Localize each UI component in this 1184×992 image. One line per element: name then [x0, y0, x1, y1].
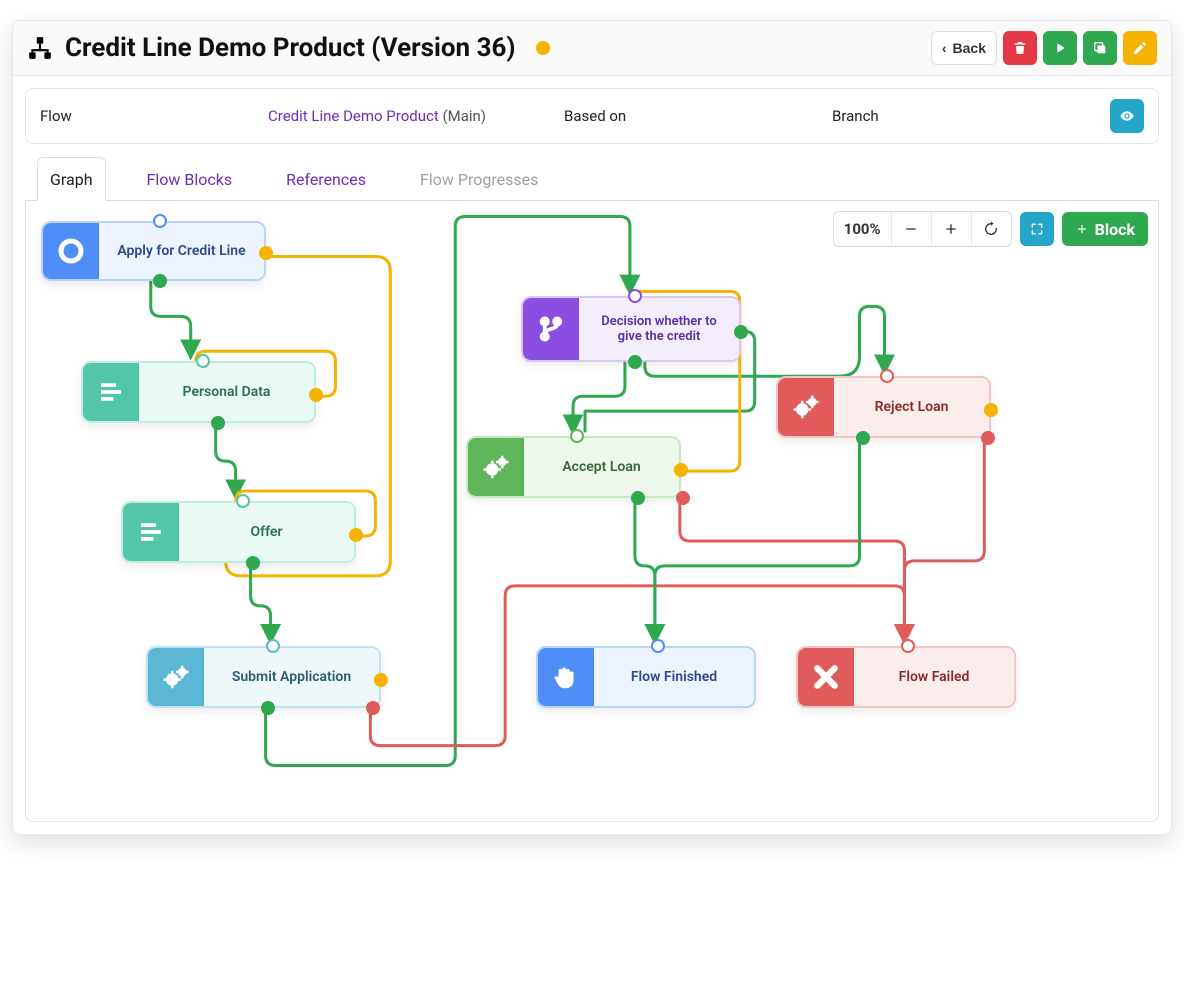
node-decision-label: Decision whether to give the credit	[579, 298, 739, 360]
header-bar: Credit Line Demo Product (Version 36) ‹ …	[13, 21, 1171, 76]
port-side-amber[interactable]	[374, 673, 388, 687]
port-out-success[interactable]	[153, 274, 167, 288]
reset-view-button[interactable]	[971, 212, 1011, 246]
node-apply[interactable]: Apply for Credit Line	[41, 221, 266, 281]
port-side-amber[interactable]	[674, 463, 688, 477]
port-out-success[interactable]	[856, 431, 870, 445]
zoom-out-button[interactable]	[891, 212, 931, 246]
header-actions: ‹ Back	[931, 31, 1157, 65]
node-failed-label: Flow Failed	[854, 648, 1014, 706]
node-failed[interactable]: Flow Failed	[796, 646, 1016, 708]
zoom-group: 100%	[833, 211, 1012, 247]
port-side-amber[interactable]	[259, 246, 273, 260]
node-offer[interactable]: Offer	[121, 501, 356, 563]
copy-icon	[1092, 40, 1108, 56]
info-row: Flow Credit Line Demo Product (Main) Bas…	[25, 88, 1159, 144]
status-dot-pending	[536, 41, 550, 55]
node-finished[interactable]: Flow Finished	[536, 646, 756, 708]
info-basedon-label: Based on	[564, 107, 784, 125]
node-personal[interactable]: Personal Data	[81, 361, 316, 423]
x-icon	[798, 648, 854, 706]
back-button[interactable]: ‹ Back	[931, 31, 997, 65]
form-icon	[83, 363, 139, 421]
fullscreen-button[interactable]	[1020, 212, 1054, 246]
port-in[interactable]	[651, 639, 665, 653]
port-out-fail[interactable]	[676, 491, 690, 505]
port-in[interactable]	[570, 429, 584, 443]
port-out-success[interactable]	[261, 701, 275, 715]
node-reject[interactable]: Reject Loan	[776, 376, 991, 438]
edit-button[interactable]	[1123, 31, 1157, 65]
port-in[interactable]	[628, 289, 642, 303]
node-finished-label: Flow Finished	[594, 648, 754, 706]
add-block-label: Block	[1095, 220, 1135, 239]
plus-icon	[1075, 222, 1089, 236]
eye-icon	[1119, 108, 1135, 124]
port-in[interactable]	[236, 494, 250, 508]
port-in[interactable]	[266, 639, 280, 653]
info-flow-label: Flow	[40, 107, 260, 125]
delete-button[interactable]	[1003, 31, 1037, 65]
start-icon	[43, 223, 99, 279]
node-decision[interactable]: Decision whether to give the credit	[521, 296, 741, 362]
copy-button[interactable]	[1083, 31, 1117, 65]
node-submit[interactable]: Submit Application	[146, 646, 381, 708]
run-button[interactable]	[1043, 31, 1077, 65]
port-out-fail[interactable]	[981, 431, 995, 445]
zoom-in-button[interactable]	[931, 212, 971, 246]
node-apply-label: Apply for Credit Line	[99, 223, 264, 279]
port-side-amber[interactable]	[984, 403, 998, 417]
tab-flow-blocks[interactable]: Flow Blocks	[134, 157, 246, 201]
port-out-fail[interactable]	[366, 701, 380, 715]
node-accept-label: Accept Loan	[524, 438, 679, 496]
tab-references[interactable]: References	[273, 157, 379, 201]
port-side-amber[interactable]	[309, 388, 323, 402]
node-offer-label: Offer	[179, 503, 354, 561]
node-personal-label: Personal Data	[139, 363, 314, 421]
canvas-wrap: 100% Block	[25, 201, 1159, 822]
app-window: Credit Line Demo Product (Version 36) ‹ …	[12, 20, 1172, 835]
tab-flow-progresses[interactable]: Flow Progresses	[407, 157, 551, 201]
form-icon	[123, 503, 179, 561]
port-in[interactable]	[196, 354, 210, 368]
node-reject-label: Reject Loan	[834, 378, 989, 436]
port-in[interactable]	[880, 369, 894, 383]
tabs: Graph Flow Blocks References Flow Progre…	[25, 156, 1159, 201]
branch-icon	[523, 298, 579, 360]
flow-suffix: (Main)	[442, 107, 486, 125]
port-in[interactable]	[153, 214, 167, 228]
zoom-level: 100%	[834, 212, 891, 246]
node-accept[interactable]: Accept Loan	[466, 436, 681, 498]
play-icon	[1052, 40, 1068, 56]
info-flow-value: Credit Line Demo Product (Main)	[268, 107, 556, 125]
hand-icon	[538, 648, 594, 706]
add-block-button[interactable]: Block	[1062, 212, 1148, 246]
port-out-success[interactable]	[631, 491, 645, 505]
back-label: Back	[953, 40, 986, 56]
gears-icon	[778, 378, 834, 436]
port-out-success[interactable]	[211, 416, 225, 430]
canvas-toolbar: 100% Block	[833, 211, 1148, 247]
port-out-success[interactable]	[628, 355, 642, 369]
edit-icon	[1132, 40, 1148, 56]
tab-graph[interactable]: Graph	[37, 157, 106, 201]
page-title: Credit Line Demo Product (Version 36)	[65, 33, 516, 63]
hierarchy-icon	[27, 35, 53, 61]
info-branch-label: Branch	[832, 107, 879, 125]
node-submit-label: Submit Application	[204, 648, 379, 706]
flow-canvas[interactable]: 100% Block	[26, 201, 1158, 821]
header-left: Credit Line Demo Product (Version 36)	[27, 33, 550, 63]
flow-link[interactable]: Credit Line Demo Product	[268, 107, 439, 125]
port-side-amber[interactable]	[349, 528, 363, 542]
preview-button[interactable]	[1110, 99, 1144, 133]
gears-icon	[148, 648, 204, 706]
chevron-left-icon: ‹	[942, 40, 947, 56]
trash-icon	[1012, 40, 1028, 56]
port-side-green[interactable]	[734, 325, 748, 339]
gears-icon	[468, 438, 524, 496]
port-in[interactable]	[901, 639, 915, 653]
port-out-success[interactable]	[246, 556, 260, 570]
expand-icon	[1029, 221, 1045, 237]
